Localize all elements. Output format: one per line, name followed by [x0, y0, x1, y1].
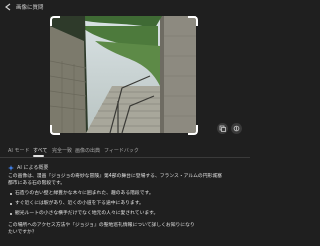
bullet-marker [10, 203, 12, 205]
overview-intro-line-2: 都市にある石の階段です。 [8, 181, 66, 186]
overview-question-line-2: たいですか？ [8, 230, 37, 235]
overview-intro-line-1: この画像は、漫画『ジョジョの奇妙な冒険』第4部の舞台に登場する、フランス・アルム… [8, 174, 222, 179]
search-input[interactable] [16, 2, 76, 11]
sparkle-icon [8, 164, 14, 171]
crop-handle-bottom-left[interactable] [50, 125, 60, 135]
ai-overview-label: AI による概要 [17, 165, 49, 171]
back-arrow-icon[interactable] [3, 2, 13, 12]
overview-question-line-1: この場所へのアクセス方法や『ジョジョ』の聖地巡礼情報について詳しくお知りになり [8, 223, 195, 228]
crop-handle-bottom-right[interactable] [188, 125, 198, 135]
overview-bullet-2: すぐ近くには駅があり、近くの小道を下る途中にあります。 [15, 201, 144, 206]
tab-feedback[interactable]: フィードバック [104, 147, 139, 154]
result-tabs: AI モード すべて 完全一致 画像の出典 フィードバック [0, 145, 250, 158]
top-bar [0, 0, 250, 14]
bullet-marker [10, 213, 12, 215]
share-icon [233, 125, 240, 132]
crop-handle-top-left[interactable] [50, 16, 60, 26]
bullet-marker [10, 193, 12, 195]
copy-icon [219, 125, 226, 132]
tab-ai-mode[interactable]: AI モード [8, 147, 30, 154]
copy-button[interactable] [217, 123, 228, 134]
overview-bullet-1: 石造りの古い壁と緑豊かな木々に囲まれた、趣のある階段です。 [15, 191, 154, 196]
crop-handle-top-right[interactable] [188, 16, 198, 26]
tab-image-source[interactable]: 画像の出典 [75, 147, 100, 154]
tab-all[interactable]: すべて [33, 147, 47, 154]
ai-overview-header: AI による概要 [8, 164, 48, 171]
uploaded-photo [50, 16, 196, 133]
share-button[interactable] [231, 123, 242, 134]
active-tab-indicator [33, 155, 44, 157]
overview-bullet-3: 観光ルートの小さな横手だけでなく地元の人々に愛されています。 [15, 211, 159, 216]
tab-exact-match[interactable]: 完全一致 [52, 147, 72, 154]
